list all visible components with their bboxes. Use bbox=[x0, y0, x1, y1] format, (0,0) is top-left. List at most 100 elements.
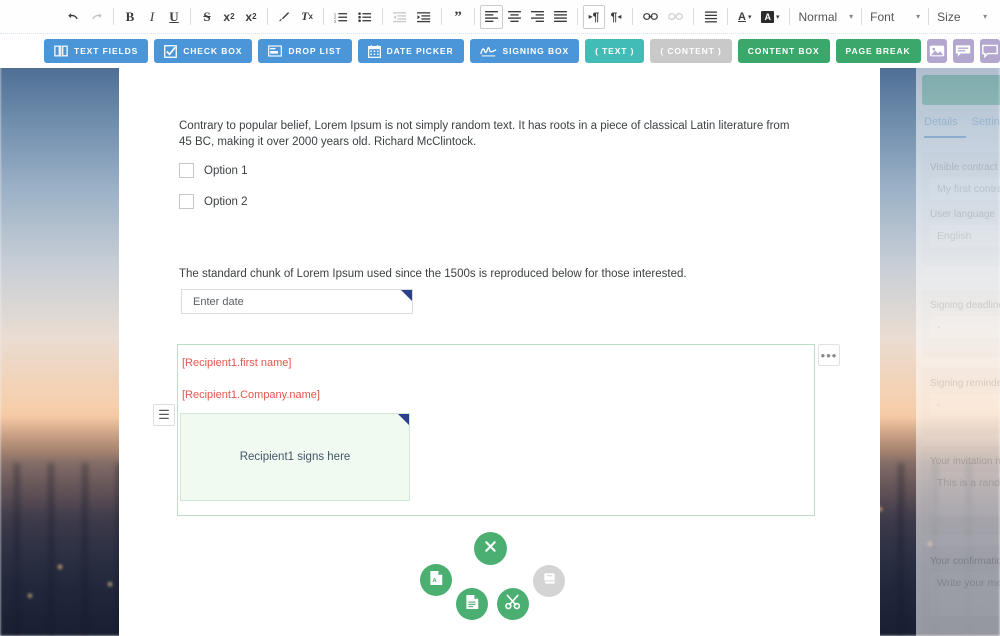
checkbox-icon bbox=[164, 44, 178, 58]
outdent-button[interactable] bbox=[388, 5, 412, 29]
font-size-select[interactable]: Size ▾ bbox=[934, 5, 990, 29]
paragraph-style-select[interactable]: Normal ▾ bbox=[795, 5, 856, 29]
format-painter-icon[interactable] bbox=[273, 5, 296, 29]
signing-reminder-field[interactable]: - bbox=[930, 394, 1000, 416]
font-size-value: Size bbox=[937, 9, 961, 24]
text-field-icon bbox=[54, 45, 68, 57]
drop-list-button[interactable]: DROP LIST bbox=[258, 39, 352, 63]
date-picker-field[interactable]: Enter date bbox=[181, 289, 413, 314]
chevron-down-icon: ▾ bbox=[849, 12, 854, 21]
insert-image-button[interactable] bbox=[926, 39, 948, 63]
checkbox-icon[interactable] bbox=[179, 194, 194, 209]
align-justify-button[interactable] bbox=[549, 5, 572, 29]
bulleted-list-button[interactable] bbox=[353, 5, 377, 29]
toolbar-divider bbox=[632, 8, 633, 25]
strikethrough-button[interactable]: S bbox=[196, 5, 218, 29]
content-box-drag-handle[interactable]: ☰ bbox=[153, 404, 175, 426]
toolbar-divider bbox=[474, 8, 475, 25]
confirmation-message-field[interactable]: Write your message bbox=[930, 572, 1000, 616]
content-token-button[interactable]: ( CONTENT ) bbox=[650, 39, 732, 63]
checkbox-icon[interactable] bbox=[179, 163, 194, 178]
insert-link-button[interactable] bbox=[638, 5, 663, 29]
content-box-label: CONTENT BOX bbox=[747, 46, 820, 56]
chevron-down-icon: ▾ bbox=[983, 12, 988, 21]
date-picker-button[interactable]: DATE PICKER bbox=[357, 39, 464, 63]
insert-bubble-button[interactable] bbox=[979, 39, 1000, 63]
blockquote-button[interactable]: ” bbox=[447, 5, 469, 29]
signing-deadline-field[interactable]: - bbox=[930, 316, 1000, 338]
indent-button[interactable] bbox=[412, 5, 436, 29]
unlink-button[interactable] bbox=[663, 5, 688, 29]
cut-action-button[interactable] bbox=[497, 588, 529, 620]
content-box-region[interactable]: [Recipient1.first name] [Recipient1.Comp… bbox=[177, 344, 815, 516]
visible-contract-name-label: Visible contract name bbox=[930, 162, 1000, 173]
chevron-down-icon: ▾ bbox=[916, 12, 921, 21]
line-height-button[interactable] bbox=[699, 5, 722, 29]
svg-text:3: 3 bbox=[334, 19, 336, 23]
font-family-value: Font bbox=[870, 9, 895, 24]
recipient-first-name-token[interactable]: [Recipient1.first name] bbox=[182, 357, 291, 369]
sidebar-status-banner bbox=[922, 75, 1000, 105]
align-left-button[interactable] bbox=[480, 4, 503, 29]
toolbar-divider bbox=[441, 8, 442, 25]
superscript-button[interactable]: x2 bbox=[240, 5, 262, 29]
image-icon bbox=[929, 44, 945, 58]
align-right-button[interactable] bbox=[526, 5, 549, 29]
ltr-direction-button[interactable]: ▸ ¶ bbox=[583, 4, 605, 29]
toolbar-divider bbox=[323, 8, 324, 25]
document-checkbox-field-2[interactable]: Option 2 bbox=[179, 194, 247, 209]
toolbar-divider bbox=[727, 8, 728, 25]
align-center-button[interactable] bbox=[503, 5, 526, 29]
undo-icon[interactable] bbox=[62, 5, 85, 29]
close-action-button[interactable] bbox=[474, 532, 507, 565]
text-token-button[interactable]: ( TEXT ) bbox=[585, 39, 645, 63]
pdf-file-icon: A bbox=[429, 570, 444, 591]
tab-details[interactable]: Details bbox=[924, 116, 958, 128]
pdf-action-button[interactable]: A bbox=[420, 564, 452, 596]
book-icon bbox=[542, 571, 557, 591]
italic-button[interactable]: I bbox=[141, 5, 163, 29]
signing-box-field[interactable]: Recipient1 signs here bbox=[180, 413, 410, 501]
clear-formatting-button[interactable]: Tx bbox=[296, 5, 318, 29]
format-toolbar: B I U S x2 x2 Tx 1 2 3 ” ▸ ¶ ¶ ◂ A ▾ A ▾… bbox=[0, 0, 1000, 34]
document-paragraph-2: The standard chunk of Lorem Ipsum used s… bbox=[179, 268, 687, 280]
sidebar-card-reminder: Signing reminder - bbox=[922, 368, 1000, 435]
rtl-direction-button[interactable]: ¶ ◂ bbox=[605, 5, 627, 29]
numbered-list-button[interactable]: 1 2 3 bbox=[329, 5, 353, 29]
document-icon bbox=[465, 594, 480, 615]
signature-icon bbox=[479, 45, 497, 57]
subscript-button[interactable]: x2 bbox=[218, 5, 240, 29]
bold-button[interactable]: B bbox=[119, 5, 141, 29]
check-box-button[interactable]: CHECK BOX bbox=[154, 39, 253, 63]
active-tab-indicator bbox=[924, 136, 966, 138]
visible-contract-name-field[interactable]: My first contract bbox=[930, 178, 1000, 200]
content-box-more-menu-button[interactable]: ••• bbox=[818, 344, 840, 366]
tab-settings[interactable]: Settings bbox=[972, 116, 1000, 128]
invitation-message-field[interactable]: This is a random invitation bbox=[930, 472, 1000, 516]
font-family-select[interactable]: Font ▾ bbox=[867, 5, 923, 29]
signing-box-button[interactable]: SIGNING BOX bbox=[469, 39, 580, 63]
page-break-button[interactable]: PAGE BREAK bbox=[835, 39, 921, 63]
document-action-button[interactable] bbox=[456, 588, 488, 620]
svg-text:A: A bbox=[432, 578, 436, 584]
user-language-field[interactable]: English bbox=[930, 225, 1000, 247]
insert-comment-button[interactable] bbox=[953, 39, 974, 63]
content-box-button[interactable]: CONTENT BOX bbox=[737, 39, 830, 63]
text-token-label: ( TEXT ) bbox=[595, 46, 635, 56]
text-color-button[interactable]: A ▾ bbox=[733, 5, 756, 29]
checkbox-label-2: Option 2 bbox=[204, 195, 248, 208]
text-fields-button[interactable]: TEXT FIELDS bbox=[44, 39, 149, 63]
page-break-label: PAGE BREAK bbox=[845, 46, 911, 56]
signing-box-label: Recipient1 signs here bbox=[239, 451, 351, 463]
underline-button[interactable]: U bbox=[163, 5, 185, 29]
check-box-label: CHECK BOX bbox=[183, 46, 243, 56]
redo-icon[interactable] bbox=[85, 5, 108, 29]
document-checkbox-field-1[interactable]: Option 1 bbox=[179, 163, 247, 178]
field-corner-flag-icon bbox=[398, 414, 409, 425]
sidebar-card-confirmation: Your confirmation message Write your mes… bbox=[922, 546, 1000, 635]
background-color-button[interactable]: A ▾ bbox=[756, 5, 784, 29]
library-action-button[interactable] bbox=[533, 565, 565, 597]
field-corner-flag-icon bbox=[401, 290, 412, 301]
recipient-company-name-token[interactable]: [Recipient1.Company.name] bbox=[182, 389, 320, 401]
toolbar-divider bbox=[789, 8, 791, 25]
